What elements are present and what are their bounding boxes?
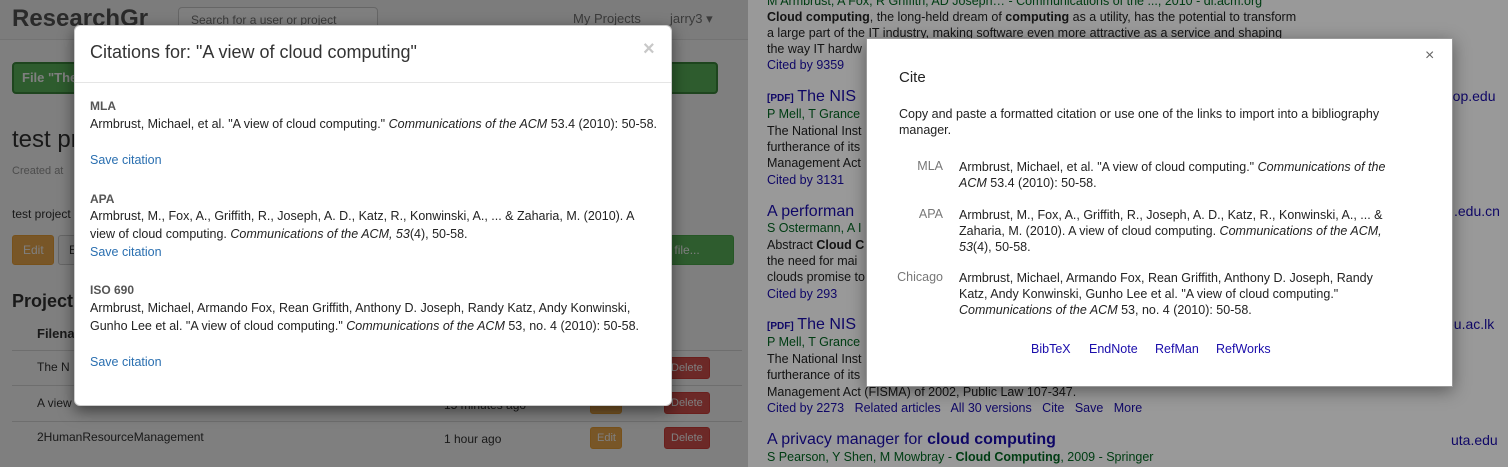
modal-title: Citations for: "A view of cloud computin… xyxy=(90,42,417,62)
citation-text[interactable]: Armbrust, M., Fox, A., Griffith, R., Jos… xyxy=(959,207,1389,255)
citation-text-part: 53, no. 4 (2010): 50-58. xyxy=(1117,303,1252,317)
citation-text: Armbrust, Michael, et al. "A view of clo… xyxy=(90,115,658,133)
citation-style-label: MLA xyxy=(90,99,116,113)
modal-header-divider xyxy=(75,82,671,83)
save-citation-link[interactable]: Save citation xyxy=(90,355,162,369)
citation-journal: Communications of the ACM, 53 xyxy=(230,227,410,241)
bibtex-link[interactable]: BibTeX xyxy=(1031,342,1071,356)
researchgr-app: ResearchGr My Projects jarry3 ▾ File "Th… xyxy=(0,0,748,467)
citation-text-part: 53, no. 4 (2010): 50-58. xyxy=(504,319,639,333)
dialog-intro: Copy and paste a formatted citation or u… xyxy=(899,107,1380,137)
save-citation-link[interactable]: Save citation xyxy=(90,245,162,259)
citation-text-part: Armbrust, Michael, et al. "A view of clo… xyxy=(959,160,1258,174)
citation-text-part: (4), 50-58. xyxy=(409,227,468,241)
endnote-link[interactable]: EndNote xyxy=(1089,342,1138,356)
cite-dialog: Cite × Copy and paste a formatted citati… xyxy=(866,38,1453,387)
citation-text-part: 53.4 (2010): 50-58. xyxy=(986,176,1097,190)
citation-style-label: APA xyxy=(918,207,943,221)
citation-text-part: Armbrust, Michael, Armando Fox, Rean Gri… xyxy=(959,271,1373,301)
citation-style-label: ISO 690 xyxy=(90,283,135,297)
citation-text[interactable]: Armbrust, Michael, et al. "A view of clo… xyxy=(959,159,1389,191)
citation-text-part: 53.4 (2010): 50-58. xyxy=(547,117,658,131)
citation-text: Armbrust, Michael, Armando Fox, Rean Gri… xyxy=(90,299,658,335)
citation-journal: Communications of the ACM xyxy=(388,117,548,131)
close-icon[interactable]: × xyxy=(1425,47,1434,65)
citations-modal: Citations for: "A view of cloud computin… xyxy=(74,25,672,406)
scholar-results: M Armbrust, A Fox, R Griffith, AD Joseph… xyxy=(748,0,1508,467)
citation-journal: Communications of the ACM xyxy=(346,319,505,333)
citation-style-label: APA xyxy=(90,192,115,206)
citation-text[interactable]: Armbrust, Michael, Armando Fox, Rean Gri… xyxy=(959,270,1389,318)
refworks-link[interactable]: RefWorks xyxy=(1216,342,1271,356)
citation-style-label: MLA xyxy=(917,159,943,173)
citation-journal: Communications of the ACM xyxy=(959,303,1118,317)
citation-text: Armbrust, M., Fox, A., Griffith, R., Jos… xyxy=(90,207,658,243)
citation-style-label: Chicago xyxy=(897,270,943,284)
dialog-title: Cite xyxy=(899,69,926,86)
citation-text-part: Armbrust, Michael, et al. "A view of clo… xyxy=(90,117,389,131)
save-citation-link[interactable]: Save citation xyxy=(90,153,162,167)
close-icon[interactable]: × xyxy=(643,38,655,61)
refman-link[interactable]: RefMan xyxy=(1155,342,1199,356)
citation-text-part: (4), 50-58. xyxy=(972,240,1031,254)
